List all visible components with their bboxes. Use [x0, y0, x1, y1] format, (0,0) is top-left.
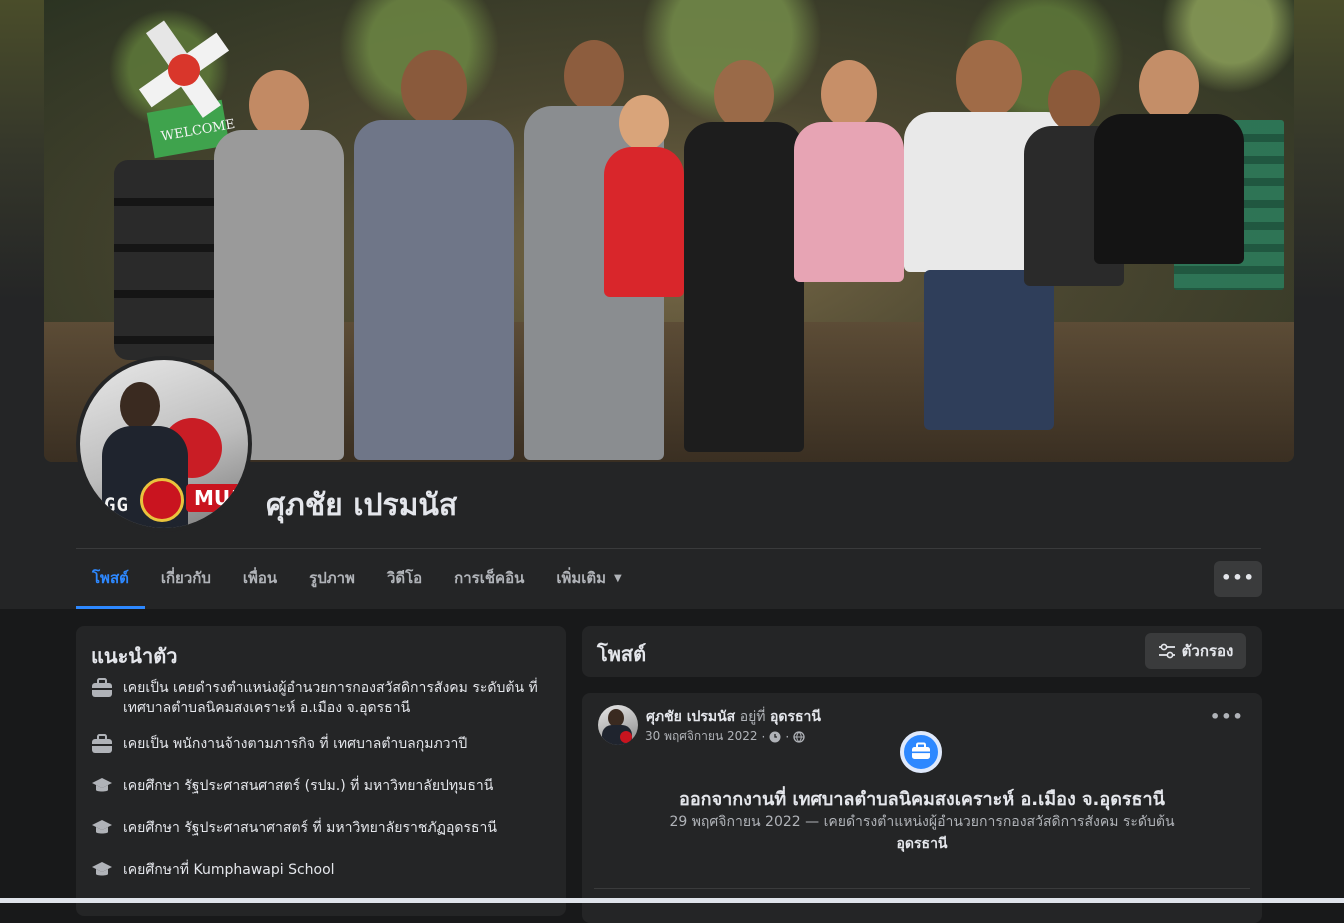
- tab-label: โพสต์: [92, 569, 129, 587]
- post-card: ศุภชัย เปรมนัส อยู่ที่ อุดรธานี 30 พฤศจิ…: [582, 693, 1262, 923]
- intro-item-text: เคยศึกษา รัฐประศาสนาศาสตร์ ที่ มหาวิทยาล…: [123, 820, 497, 836]
- post-options-button[interactable]: •••: [1210, 707, 1244, 726]
- post-divider: [594, 888, 1250, 889]
- profile-name: ศุภชัย เปรมนัส: [266, 488, 458, 523]
- post-date[interactable]: 30 พฤศจิกายน 2022: [645, 727, 758, 746]
- meta-separator: ·: [761, 729, 766, 744]
- tab-photos[interactable]: รูปภาพ: [293, 549, 371, 609]
- tab-more[interactable]: เพิ่มเติม ▼: [540, 549, 637, 609]
- tab-videos[interactable]: วิดีโอ: [371, 549, 438, 609]
- filter-button[interactable]: ตัวกรอง: [1145, 633, 1246, 669]
- profile-tabs: โพสต์ เกี่ยวกับ เพื่อน รูปภาพ วิดีโอ การ…: [76, 549, 638, 609]
- avatar-mu-badge: MU!: [186, 484, 248, 512]
- intro-item-text: เคยเป็น เคยดำรงตำแหน่งผู้อำนวยการกองสวัส…: [123, 680, 538, 716]
- post-event-role: เคยดำรงตำแหน่งผู้อำนวยการกองสวัสดิการสัง…: [823, 814, 1175, 830]
- tab-label: วิดีโอ: [386, 569, 423, 587]
- avatar-photo: GG MU!: [80, 360, 248, 528]
- post-meta: 30 พฤศจิกายน 2022 · ·: [645, 727, 805, 746]
- profile-avatar[interactable]: GG MU!: [76, 356, 252, 532]
- cover-people: [204, 40, 1254, 460]
- filter-label: ตัวกรอง: [1181, 642, 1234, 660]
- tab-checkins[interactable]: การเช็คอิน: [438, 549, 540, 609]
- post-life-event-headline: ออกจากงานที่ เทศบาลตำบลนิคมสงเคราะห์ อ.เ…: [679, 789, 1165, 810]
- post-author-name[interactable]: ศุภชัย เปรมนัส: [646, 709, 735, 725]
- intro-item-text: เคยศึกษา รัฐประศาสนศาสตร์ (รปม.) ที่ มหา…: [123, 778, 494, 794]
- tab-label: เพื่อน: [242, 569, 278, 587]
- post-location[interactable]: อุดรธานี: [770, 709, 821, 725]
- intro-title: แนะนำตัว: [91, 644, 178, 668]
- post-author-avatar[interactable]: [598, 705, 638, 745]
- intro-item-text: เคยเป็น พนักงานจ้างตามภารกิจ ที่ เทศบาลต…: [123, 736, 468, 752]
- post-event-date: 29 พฤศจิกายน 2022 —: [669, 814, 820, 830]
- intro-card: แนะนำตัว เคยเป็น เคยดำรงตำแหน่งผู้อำนวยก…: [76, 626, 566, 916]
- caret-down-icon: ▼: [614, 572, 622, 584]
- briefcase-icon: [912, 742, 930, 759]
- tab-posts[interactable]: โพสต์: [76, 549, 145, 609]
- posts-header-card: โพสต์ ตัวกรอง: [582, 626, 1262, 677]
- meta-separator: ·: [785, 729, 790, 744]
- clock-icon: [769, 731, 781, 742]
- tab-friends[interactable]: เพื่อน: [227, 549, 293, 609]
- intro-item-work-2: เคยเป็น พนักงานจ้างตามภารกิจ ที่ เทศบาลต…: [91, 734, 551, 754]
- graduation-cap-icon: [92, 862, 112, 876]
- window-bottom-edge: [0, 898, 1344, 903]
- tab-label: รูปภาพ: [309, 569, 355, 587]
- briefcase-icon: [92, 678, 112, 697]
- intro-item-edu-3: เคยศึกษาที่ Kumphawapi School: [91, 860, 551, 880]
- posts-title: โพสต์: [597, 642, 647, 666]
- filter-sliders-icon: [1158, 643, 1175, 659]
- work-event-badge: [900, 731, 942, 773]
- post-at-label: อยู่ที่: [739, 709, 766, 725]
- intro-item-edu-1: เคยศึกษา รัฐประศาสนศาสตร์ (รปม.) ที่ มหา…: [91, 776, 551, 796]
- avatar-gg-text: GG: [104, 494, 129, 516]
- intro-item-edu-2: เคยศึกษา รัฐประศาสนาศาสตร์ ที่ มหาวิทยาล…: [91, 818, 551, 838]
- intro-item-work-1: เคยเป็น เคยดำรงตำแหน่งผู้อำนวยการกองสวัส…: [91, 678, 551, 718]
- tab-about[interactable]: เกี่ยวกับ: [145, 549, 227, 609]
- tab-label: การเช็คอิน: [454, 569, 525, 587]
- globe-icon: [793, 730, 805, 743]
- tab-label: เกี่ยวกับ: [160, 569, 211, 587]
- intro-item-text: เคยศึกษาที่ Kumphawapi School: [123, 862, 335, 878]
- profile-more-button[interactable]: •••: [1214, 561, 1262, 597]
- tab-label: เพิ่มเติม: [556, 569, 607, 587]
- post-event-place: อุดรธานี: [896, 836, 948, 852]
- briefcase-icon: [92, 734, 112, 753]
- post-life-event-details: 29 พฤศจิกายน 2022 — เคยดำรงตำแหน่งผู้อำน…: [662, 811, 1182, 855]
- graduation-cap-icon: [92, 778, 112, 792]
- graduation-cap-icon: [92, 820, 112, 834]
- man-utd-crest-icon: [140, 478, 184, 522]
- post-author-line: ศุภชัย เปรมนัส อยู่ที่ อุดรธานี: [646, 706, 821, 728]
